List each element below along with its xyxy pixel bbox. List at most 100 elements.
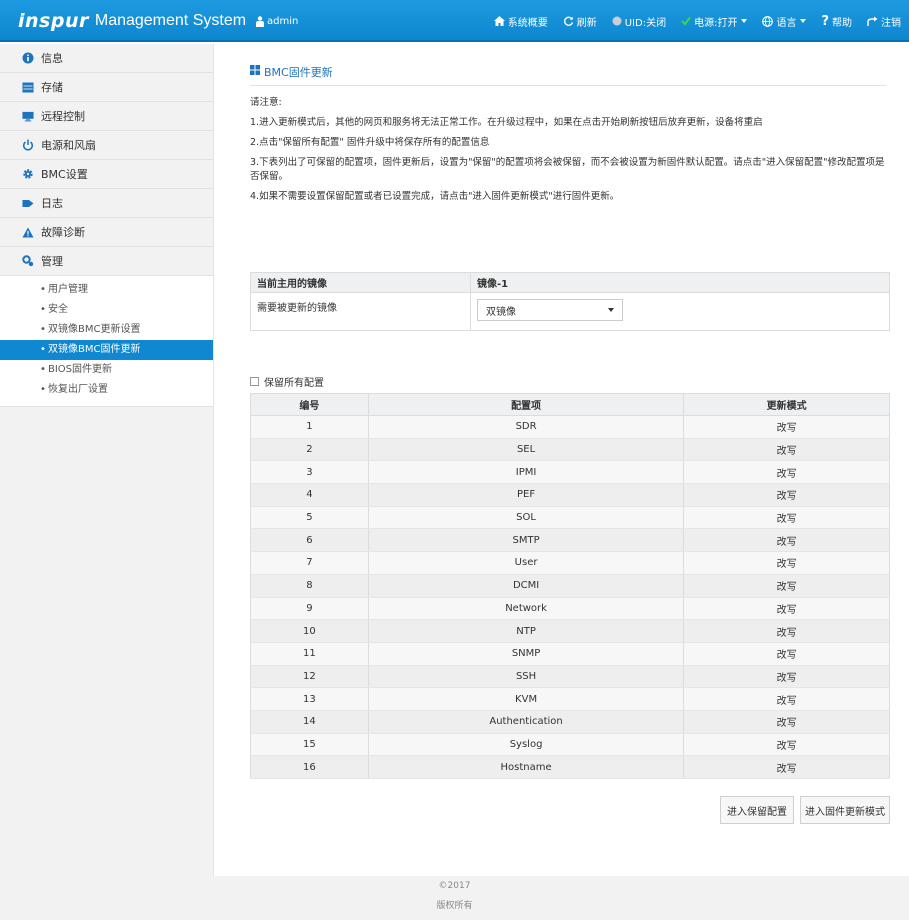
footer-rights: 版权所有 [436,901,473,911]
config-table-body: 1 SDR 改写 2 SEL 改写 3 IPMI 改写 4 PEF 改写 5 SOL 改写 6 SMTP 改写 7 U… [250,415,890,779]
notes-heading: 请注意: [250,97,282,108]
footer-copyright: ©2017 [438,881,471,891]
keep-all-checkbox[interactable] [250,377,259,386]
config-table: 编号 配置项 更新模式 1 SDR 改写 2 SEL 改写 3 IPMI 改写 4 PEF 改写 5 SO… [250,393,890,779]
update-mode: 改写 [683,665,890,689]
config-item: IPMI [367,460,685,485]
config-item: SNMP [367,642,685,666]
update-mode: 改写 [683,528,890,553]
config-item: SEL [367,438,685,462]
table-row: 12 SSH 改写 [250,665,890,689]
chevron-down-icon [608,308,614,312]
update-image-cell: 双镜像 [470,292,890,331]
update-mode: 改写 [683,733,890,757]
sidebar-item-bmc-settings[interactable]: BMC设置 [0,160,213,189]
table-row: 14 Authentication 改写 [250,710,890,734]
system-name: Management System [94,12,247,29]
user-icon [256,15,265,27]
note-line: 1.进入更新模式后，其他的网页和服务将无法正常工作。在升级过程中，如果在点击开始… [250,117,763,128]
nav-refresh[interactable]: 刷新 [563,14,597,29]
globe-icon [762,15,774,27]
sidebar-subitem-user-management[interactable]: 用户管理 [0,280,213,300]
enter-firmware-update-button[interactable]: 进入固件更新模式 [800,796,890,824]
manage-submenu: 用户管理 安全 双镜像BMC更新设置 双镜像BMC固件更新 BIOS固件更新 恢… [0,276,213,407]
nav-label: 语言 [776,17,797,29]
sidebar-item-label: 管理 [41,255,63,268]
table-row: 8 DCMI 改写 [250,574,890,598]
table-row: 7 User 改写 [250,551,890,575]
sidebar-subitem-dual-image-update-settings[interactable]: 双镜像BMC更新设置 [0,320,213,340]
sidebar-item-label: BMC设置 [41,168,88,181]
keep-all-label: 保留所有配置 [264,378,324,389]
nav-label: 刷新 [576,17,597,29]
uid-indicator-icon [612,16,622,26]
config-item: Hostname [367,755,685,779]
sidebar-subitem-bios-firmware-update[interactable]: BIOS固件更新 [0,360,213,380]
sidebar-subitem-dual-image-firmware-update[interactable]: 双镜像BMC固件更新 [0,340,213,360]
nav-label: 电源:打开 [694,17,738,29]
update-mode: 改写 [683,574,890,598]
note-line: 3.下表列出了可保留的配置项，固件更新后，设置为"保留"的配置项将会被保留，而不… [250,157,885,182]
page-title-text: BMC固件更新 [264,66,333,79]
nav-power[interactable]: 电源:打开 [681,14,748,29]
top-nav: 系统概要 刷新 UID:关闭 电源:打开 语言 ? 帮助 注销 [479,0,901,42]
update-mode: 改写 [683,415,890,439]
sidebar-item-label: 故障诊断 [41,226,85,239]
row-number: 5 [250,506,369,530]
config-item: PEF [367,483,685,507]
sidebar-item-storage[interactable]: 存储 [0,73,213,102]
row-number: 13 [250,687,369,711]
update-image-selected: 双镜像 [486,306,516,318]
notes: 请注意: 1.进入更新模式后，其他的网页和服务将无法正常工作。在升级过程中，如果… [250,96,890,210]
config-item: SDR [367,415,685,439]
config-item: SMTP [367,528,685,553]
config-item: DCMI [367,574,685,598]
keep-all-config: 保留所有配置 [250,374,324,389]
current-user: admin [256,16,298,27]
table-row: 15 Syslog 改写 [250,733,890,757]
current-image-value: 镜像-1 [470,272,890,293]
log-icon [22,197,34,209]
row-number: 14 [250,710,369,734]
sidebar-item-remote-control[interactable]: 远程控制 [0,102,213,131]
update-mode: 改写 [683,642,890,666]
table-row: 4 PEF 改写 [250,483,890,507]
update-image-select[interactable]: 双镜像 [477,299,623,321]
enter-keep-config-button[interactable]: 进入保留配置 [720,796,794,824]
current-image-label: 当前主用的镜像 [250,272,471,293]
sidebar-item-label: 信息 [41,52,63,65]
nav-system-overview[interactable]: 系统概要 [493,14,548,29]
sidebar-item-info[interactable]: 信息 [0,44,213,73]
update-mode: 改写 [683,506,890,530]
sidebar-item-power-fan[interactable]: 电源和风扇 [0,131,213,160]
row-number: 12 [250,665,369,689]
table-row: 9 Network 改写 [250,597,890,621]
info-icon [22,52,34,64]
table-row: 3 IPMI 改写 [250,460,890,485]
config-item: Syslog [367,733,685,757]
sidebar-item-label: 远程控制 [41,110,85,123]
manage-icon [22,255,34,267]
page-title: BMC固件更新 [250,64,886,86]
chevron-down-icon [741,19,748,23]
sidebar-item-label: 日志 [41,197,63,210]
nav-uid[interactable]: UID:关闭 [612,14,666,29]
home-icon [493,16,505,26]
gear-icon [22,168,34,180]
config-item: NTP [367,619,685,643]
table-row: 16 Hostname 改写 [250,755,890,779]
sidebar-item-log[interactable]: 日志 [0,189,213,218]
sidebar-subitem-factory-reset[interactable]: 恢复出厂设置 [0,380,213,400]
row-number: 7 [250,551,369,575]
warning-icon [22,226,34,238]
nav-logout[interactable]: 注销 [867,14,901,29]
sidebar-item-label: 存储 [41,81,63,94]
sidebar-item-manage[interactable]: 管理 [0,247,213,276]
nav-help[interactable]: ? 帮助 [821,14,852,29]
nav-language[interactable]: 语言 [762,14,807,29]
table-row: 11 SNMP 改写 [250,642,890,666]
sidebar-item-diagnostics[interactable]: 故障诊断 [0,218,213,247]
update-mode: 改写 [683,710,890,734]
sidebar-subitem-security[interactable]: 安全 [0,300,213,320]
brand: inspur Management System admin [18,9,298,33]
